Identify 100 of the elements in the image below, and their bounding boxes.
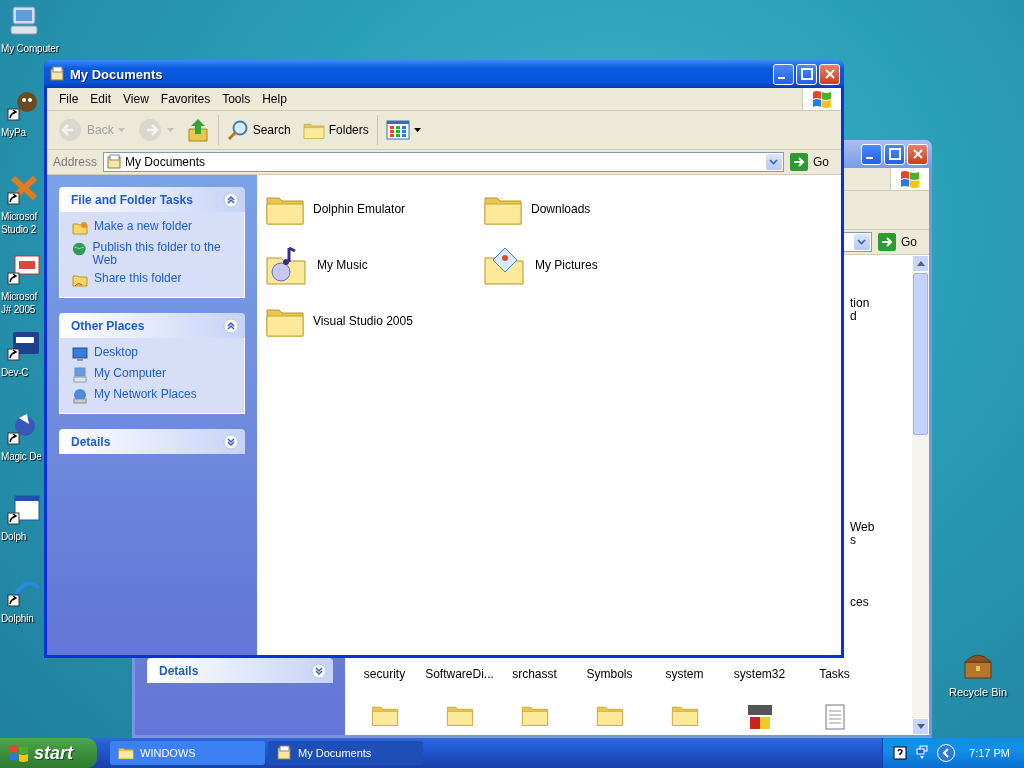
maximize-icon [888,148,901,160]
maximize-icon [800,68,813,80]
chevron-down-icon [769,159,779,165]
window-title: My Documents [70,66,163,82]
scroll-up-icon[interactable] [916,261,925,266]
file-label[interactable]: SoftwareDi... [422,667,497,681]
taskbar-button[interactable]: My Documents [268,741,423,765]
task-link[interactable]: My Computer [94,367,167,380]
computer-icon [72,367,88,383]
panel-header[interactable]: File and Folder Tasks [59,187,245,212]
menu-item[interactable]: File [53,90,85,108]
address-field[interactable]: My Documents [103,152,784,172]
desktop-icon-label: Magic De [0,450,42,463]
minimize-icon [866,157,873,159]
minimize-button[interactable] [773,63,794,85]
up-folder-icon [185,117,210,143]
panel-title: Other Places [71,318,145,333]
expand-icon[interactable] [311,662,327,679]
file-label[interactable]: system32 [722,667,797,681]
scroll-down-icon[interactable] [916,724,925,729]
desktop-icon-label: Recycle Bin [948,686,1008,699]
desktop-icon-label: Dolph [0,530,27,543]
computer-icon[interactable] [7,4,41,38]
globe-icon [72,241,87,257]
shared-folder-icon [72,272,88,288]
folder-item[interactable]: Downloads [483,181,701,237]
maximize-button[interactable] [796,63,817,85]
file-label[interactable]: ces [850,596,912,609]
file-label[interactable]: security [347,667,422,681]
close-icon [911,148,924,160]
show-hidden-icons-button[interactable] [937,744,956,762]
caret-icon [413,128,421,132]
arrow-right-icon [790,153,808,171]
music-folder-icon [265,244,309,286]
file-label[interactable]: Symbols [572,667,647,681]
expand-icon[interactable] [223,433,239,450]
folder-icon [118,746,134,760]
folders-button[interactable]: Folders [298,118,373,142]
desktop-icon-label: Dolphin [0,612,34,625]
task-link[interactable]: Publish this folder to the Web [92,241,234,267]
search-button[interactable]: Search [222,117,295,143]
task-link[interactable]: Share this folder [94,272,182,285]
folder-item[interactable]: Visual Studio 2005 [265,293,483,349]
new-folder-icon [72,220,88,236]
menu-item[interactable]: Tools [216,90,257,108]
desktop-icon-label: Microsof Studio 2 [0,210,38,236]
folder-item[interactable]: My Music [265,237,483,293]
panel-title: File and Folder Tasks [71,192,193,207]
desktop-icon [72,346,88,362]
dropdown-button[interactable] [854,234,870,250]
caret-icon [117,128,125,132]
collapse-icon[interactable] [223,191,239,208]
arrow-right-icon [878,233,896,251]
desktop-icon-label: Microsof J# 2005 [0,290,38,316]
chevron-down-icon [857,239,867,245]
go-button[interactable]: Go [788,153,837,171]
file-label[interactable]: Web s [850,521,912,547]
start-button[interactable]: start [0,738,97,768]
task-link[interactable]: Make a new folder [94,220,193,233]
task-link[interactable]: My Network Places [94,388,197,401]
windows-logo-icon [811,89,833,109]
menu-item[interactable]: Help [256,90,293,108]
search-icon [226,119,249,141]
desktop-icon-label: My Computer [0,42,59,55]
shortcut-icon[interactable] [7,252,41,286]
shortcut-icon[interactable] [7,492,41,526]
panel-header[interactable]: Details [147,658,333,683]
desktop-icon-label: Dev-C [0,366,29,379]
file-label[interactable]: Tasks [797,667,872,681]
file-label[interactable]: system [647,667,722,681]
file-label[interactable]: tion d [850,297,912,323]
windows-logo-icon [8,743,30,763]
file-label[interactable]: srchasst [497,667,572,681]
minimize-icon [778,77,785,79]
folder-item[interactable]: Dolphin Emulator [265,181,483,237]
desktop-icon-label: MyPa [0,126,26,139]
go-button[interactable]: Go [876,233,925,251]
menu-item[interactable]: Favorites [154,90,217,108]
panel-title: Details [71,434,111,449]
panel-header[interactable]: Details [59,429,245,454]
help-icon[interactable] [893,746,908,760]
documents-icon [106,154,123,170]
taskbar-button[interactable]: WINDOWS [110,741,265,765]
clock: 7:17 PM [969,747,1010,759]
network-icon[interactable] [915,745,930,761]
address-label: Address [52,155,99,169]
collapse-icon[interactable] [223,317,239,334]
dropdown-button[interactable] [766,154,782,170]
app-icon[interactable] [745,703,774,731]
panel-header[interactable]: Other Places [59,313,245,338]
network-icon [72,388,88,404]
caret-icon [166,128,174,132]
arrow-right-icon [136,117,163,143]
folder-item[interactable]: My Pictures [483,237,701,293]
menu-item[interactable]: Edit [84,90,118,108]
windows-logo-icon [899,169,921,189]
menu-item[interactable]: View [117,90,155,108]
task-link[interactable]: Desktop [94,346,139,359]
scrollbar[interactable] [912,255,929,735]
close-button[interactable] [819,63,840,85]
